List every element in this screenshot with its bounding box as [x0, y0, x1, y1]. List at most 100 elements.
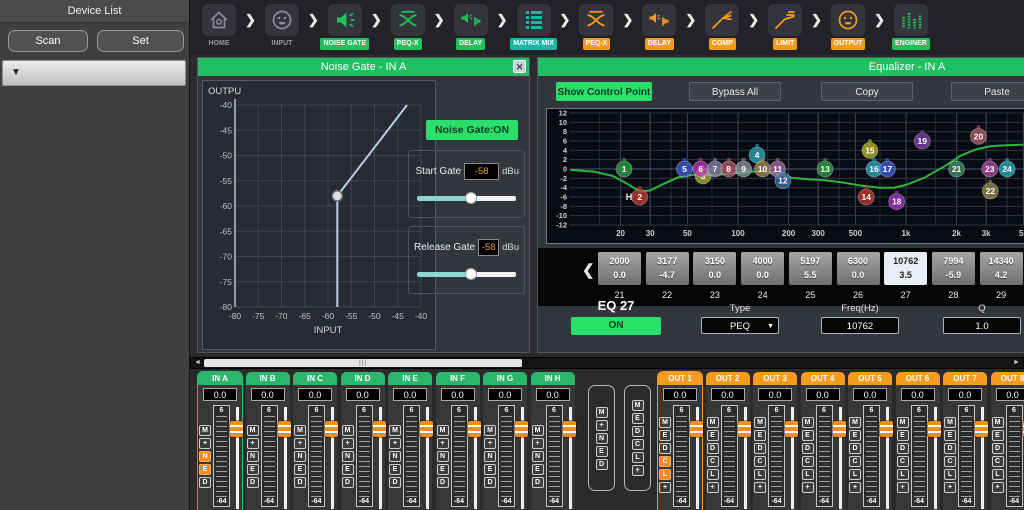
channel-gain-display[interactable]: 0.0	[203, 388, 237, 401]
channel-button-m[interactable]: M	[437, 425, 449, 436]
channel-tab-out-6[interactable]: OUT 6	[896, 372, 940, 385]
channel-tab-in-e[interactable]: IN E	[388, 372, 432, 385]
toolbar-item-delay-in[interactable]: DELAY	[448, 4, 494, 50]
channel-button-d[interactable]: D	[532, 477, 544, 488]
channel-button-n[interactable]: N	[484, 451, 496, 462]
eq-band-cell-23[interactable]: 31500.0	[693, 252, 736, 285]
channel-tab-out-1[interactable]: OUT 1	[658, 372, 702, 385]
channel-tab-out-4[interactable]: OUT 4	[801, 372, 845, 385]
channel-button-c[interactable]: C	[944, 456, 956, 467]
master-button-l[interactable]: L	[632, 452, 644, 463]
channel-button-c[interactable]: C	[897, 456, 909, 467]
channel-gain-display[interactable]: 0.0	[806, 388, 840, 401]
fader-handle[interactable]	[230, 421, 243, 437]
close-icon[interactable]: ✕	[513, 60, 526, 73]
channel-button-plus[interactable]: +	[532, 438, 544, 449]
master-button-d[interactable]: D	[632, 426, 644, 437]
channel-gain-display[interactable]: 0.0	[853, 388, 887, 401]
channel-button-d[interactable]: D	[992, 443, 1004, 454]
channel-button-plus[interactable]: +	[199, 438, 211, 449]
fader-handle[interactable]	[880, 421, 893, 437]
channel-gain-display[interactable]: 0.0	[663, 388, 697, 401]
copy-button[interactable]: Copy	[821, 82, 913, 101]
channel-button-n[interactable]: N	[247, 451, 259, 462]
channel-tab-in-b[interactable]: IN B	[246, 372, 290, 385]
channel-button-m[interactable]: M	[294, 425, 306, 436]
channel-button-n[interactable]: N	[437, 451, 449, 462]
eq-band-cell-29[interactable]: 143404.2	[980, 252, 1023, 285]
channel-button-e[interactable]: E	[707, 430, 719, 441]
noise-gate-on-button[interactable]: Noise Gate:ON	[426, 120, 518, 140]
master-button-plus[interactable]: +	[596, 420, 608, 431]
channel-gain-display[interactable]: 0.0	[901, 388, 935, 401]
eq-band-cell-24[interactable]: 40000.0	[741, 252, 784, 285]
slider-thumb[interactable]	[465, 268, 477, 280]
eq-band-cell-25[interactable]: 51975.5	[789, 252, 832, 285]
channel-button-plus[interactable]: +	[247, 438, 259, 449]
channel-gain-display[interactable]: 0.0	[711, 388, 745, 401]
master-button-c[interactable]: C	[632, 439, 644, 450]
master-button-m[interactable]: M	[596, 407, 608, 418]
channel-tab-in-d[interactable]: IN D	[341, 372, 385, 385]
fader-handle[interactable]	[738, 421, 751, 437]
master-button-e[interactable]: E	[596, 446, 608, 457]
type-select[interactable]: PEQ▼	[701, 317, 779, 334]
channel-button-d[interactable]: D	[389, 477, 401, 488]
channel-button-m[interactable]: M	[247, 425, 259, 436]
channel-button-e[interactable]: E	[247, 464, 259, 475]
gate-threshold-handle[interactable]	[332, 191, 342, 201]
toolbar-item-home[interactable]: HOME	[196, 4, 242, 49]
toolbar-item-peq-x-in[interactable]: PEQ-X	[385, 4, 431, 50]
channel-button-e[interactable]: E	[992, 430, 1004, 441]
channel-button-e[interactable]: E	[849, 430, 861, 441]
channel-button-plus[interactable]: +	[389, 438, 401, 449]
show-control-point-button[interactable]: Show Control Point	[556, 82, 652, 101]
toolbar-item-noise-gate[interactable]: NOISE GATE	[322, 4, 368, 50]
master-button-plus[interactable]: +	[632, 465, 644, 476]
channel-tab-out-5[interactable]: OUT 5	[848, 372, 892, 385]
channel-button-m[interactable]: M	[992, 417, 1004, 428]
channel-button-c[interactable]: C	[754, 456, 766, 467]
channel-button-n[interactable]: N	[532, 451, 544, 462]
scroll-right-icon[interactable]: ►	[1011, 358, 1022, 368]
channel-button-plus[interactable]: +	[437, 438, 449, 449]
channel-button-e[interactable]: E	[532, 464, 544, 475]
master-button-e[interactable]: E	[632, 413, 644, 424]
channel-button-e[interactable]: E	[342, 464, 354, 475]
eq-band-cell-22[interactable]: 3177-4.7	[646, 252, 689, 285]
channel-button-m[interactable]: M	[389, 425, 401, 436]
channel-button-c[interactable]: C	[849, 456, 861, 467]
channel-button-c[interactable]: C	[992, 456, 1004, 467]
channel-tab-out-7[interactable]: OUT 7	[943, 372, 987, 385]
channel-button-d[interactable]: D	[849, 443, 861, 454]
fader-handle[interactable]	[785, 421, 798, 437]
channel-button-n[interactable]: N	[294, 451, 306, 462]
gate-param-value-input[interactable]: -58	[478, 239, 499, 256]
channel-button-m[interactable]: M	[199, 425, 211, 436]
channel-tab-in-c[interactable]: IN C	[293, 372, 337, 385]
gate-param-value-input[interactable]: -58	[464, 163, 499, 180]
channel-button-e[interactable]: E	[389, 464, 401, 475]
master-button-d[interactable]: D	[596, 459, 608, 470]
master-button-n[interactable]: N	[596, 433, 608, 444]
bypass-all-button[interactable]: Bypass All	[689, 82, 781, 101]
channel-button-n[interactable]: N	[342, 451, 354, 462]
channel-button-d[interactable]: D	[437, 477, 449, 488]
channel-tab-out-2[interactable]: OUT 2	[706, 372, 750, 385]
channel-button-e[interactable]: E	[754, 430, 766, 441]
paste-button[interactable]: Paste	[951, 82, 1024, 101]
fader-handle[interactable]	[515, 421, 528, 437]
channel-tab-out-3[interactable]: OUT 3	[753, 372, 797, 385]
channel-button-d[interactable]: D	[897, 443, 909, 454]
channel-tab-out-8[interactable]: OUT 8	[991, 372, 1024, 385]
channel-button-c[interactable]: C	[802, 456, 814, 467]
channel-button-m[interactable]: M	[849, 417, 861, 428]
channel-button-plus[interactable]: +	[294, 438, 306, 449]
channel-gain-display[interactable]: 0.0	[758, 388, 792, 401]
channel-button-plus[interactable]: +	[659, 482, 671, 493]
channel-button-d[interactable]: D	[342, 477, 354, 488]
fader-handle[interactable]	[325, 421, 338, 437]
channel-button-plus[interactable]: +	[897, 482, 909, 493]
toolbar-item-matrix-mix[interactable]: MATRIX MIX	[511, 4, 557, 50]
channel-button-m[interactable]: M	[484, 425, 496, 436]
